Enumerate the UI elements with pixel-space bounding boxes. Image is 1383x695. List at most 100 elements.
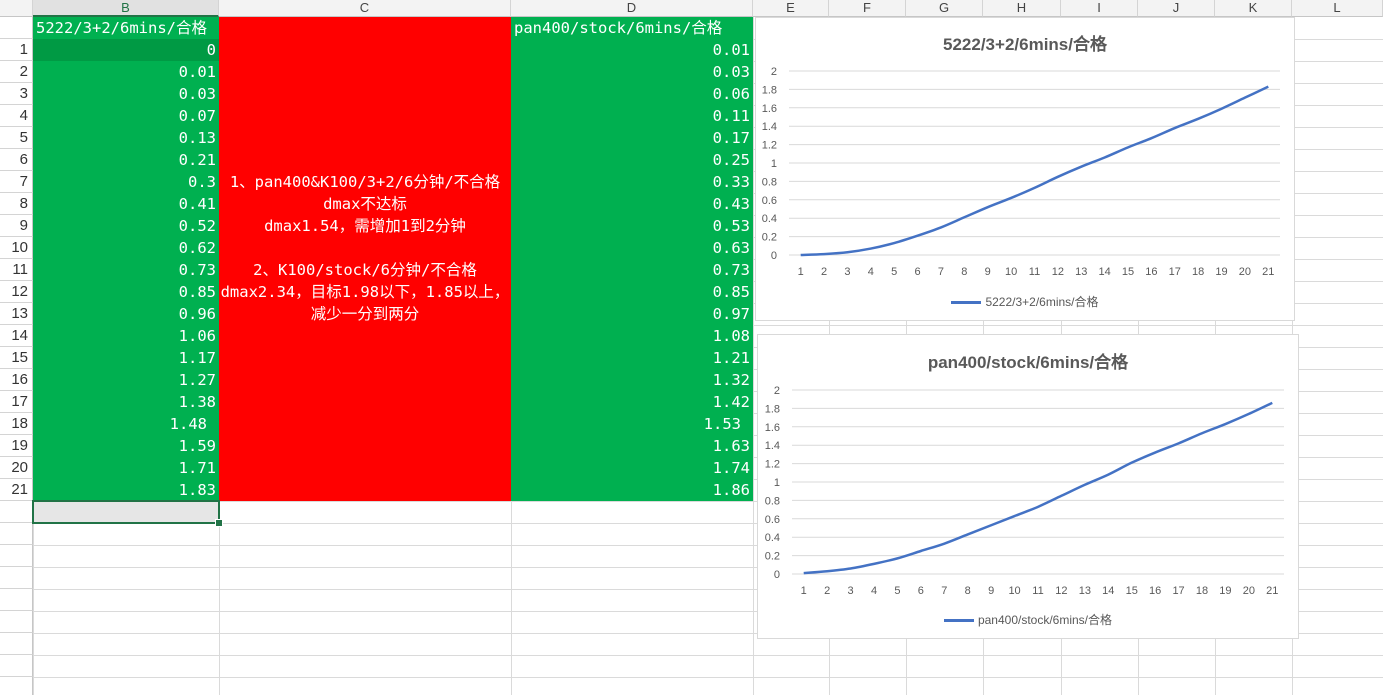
row-header[interactable]: 1 (0, 39, 33, 61)
chart-1-legend: 5222/3+2/6mins/合格 (756, 293, 1294, 310)
value-cell[interactable]: 0.73 (33, 259, 219, 281)
value-cell[interactable]: 0.01 (511, 39, 753, 61)
value-cell[interactable]: 0.52 (33, 215, 219, 237)
selected-cell-b22[interactable] (32, 500, 220, 524)
value-cell[interactable]: 0.41 (33, 193, 219, 215)
value-cell[interactable]: 1.83 (33, 479, 219, 501)
x-tick-label: 15 (1122, 266, 1134, 278)
value-cell[interactable]: 0.11 (511, 105, 753, 127)
header-cell-d[interactable]: pan400/stock/6mins/合格 (511, 17, 753, 39)
value-cell[interactable]: 0.73 (511, 259, 753, 281)
value-cell[interactable]: 0.03 (511, 61, 753, 83)
value-cell[interactable]: 0.63 (511, 237, 753, 259)
value-cell[interactable]: 0.17 (511, 127, 753, 149)
column-header-l[interactable]: L (1292, 0, 1383, 17)
row-header[interactable]: 7 (0, 171, 33, 193)
value-cell[interactable]: 0.03 (33, 83, 219, 105)
value-cell[interactable]: 1.17 (33, 347, 219, 369)
x-tick-label: 17 (1172, 585, 1184, 597)
row-header[interactable]: 3 (0, 83, 33, 105)
grid-column-line (753, 17, 754, 695)
x-tick-label: 8 (965, 585, 971, 597)
fill-handle[interactable] (215, 519, 223, 527)
value-cell[interactable]: 1.42 (511, 391, 753, 413)
grid-row-line (33, 655, 1383, 656)
row-header[interactable]: 6 (0, 149, 33, 171)
x-tick-label: 12 (1055, 585, 1067, 597)
column-header-c[interactable]: C (219, 0, 511, 17)
y-tick-label: 0.8 (762, 176, 777, 188)
value-cell[interactable]: 1.32 (511, 369, 753, 391)
row-header[interactable]: 19 (0, 435, 33, 457)
column-header-f[interactable]: F (829, 0, 906, 17)
column-header-b[interactable]: B (33, 0, 219, 17)
chart-1[interactable]: 5222/3+2/6mins/合格 0 0.2 0.4 0.6 0.8 1 1.2 1.4 1.… (755, 17, 1295, 321)
row-header[interactable]: 18 (0, 413, 33, 435)
value-cell[interactable]: 1.27 (33, 369, 219, 391)
value-cell[interactable]: 0.21 (33, 149, 219, 171)
value-cell[interactable]: 1.48 (33, 413, 219, 435)
row-header[interactable]: 5 (0, 127, 33, 149)
value-cell[interactable]: 0.25 (511, 149, 753, 171)
row-header[interactable]: 15 (0, 347, 33, 369)
value-cell[interactable]: 1.08 (511, 325, 753, 347)
value-cell[interactable]: 1.71 (33, 457, 219, 479)
value-cell[interactable]: 0.97 (511, 303, 753, 325)
y-tick-label: 2 (774, 385, 780, 397)
row-header[interactable]: 21 (0, 479, 33, 501)
row-header[interactable]: 16 (0, 369, 33, 391)
column-header-k[interactable]: K (1215, 0, 1292, 17)
x-tick-label: 21 (1266, 585, 1278, 597)
header-cell-b[interactable]: 5222/3+2/6mins/合格 (33, 17, 219, 39)
row-header[interactable]: 14 (0, 325, 33, 347)
value-cell[interactable]: 0.62 (33, 237, 219, 259)
row-header[interactable]: 8 (0, 193, 33, 215)
value-cell[interactable]: 1.74 (511, 457, 753, 479)
value-cell[interactable]: 0.43 (511, 193, 753, 215)
row-header[interactable]: 11 (0, 259, 33, 281)
value-cell[interactable]: 0.85 (33, 281, 219, 303)
y-tick-label: 0.6 (765, 514, 780, 526)
value-cell[interactable]: 0.01 (33, 61, 219, 83)
row-header[interactable]: 13 (0, 303, 33, 325)
column-header-d[interactable]: D (511, 0, 753, 17)
column-header-e[interactable]: E (753, 0, 829, 17)
value-cell[interactable]: 0.33 (511, 171, 753, 193)
x-tick-label: 5 (891, 266, 897, 278)
value-cell[interactable]: 0.06 (511, 83, 753, 105)
row-header[interactable]: 12 (0, 281, 33, 303)
row-header[interactable]: 9 (0, 215, 33, 237)
value-cell[interactable]: 0.85 (511, 281, 753, 303)
x-tick-label: 1 (798, 266, 804, 278)
y-tick-label: 1.4 (762, 121, 777, 133)
value-cell[interactable]: 1.06 (33, 325, 219, 347)
chart-2[interactable]: pan400/stock/6mins/合格 0 0.2 0.4 0.6 0.8 1 1.2 1… (757, 334, 1299, 639)
value-cell[interactable]: 1.21 (511, 347, 753, 369)
y-tick-label: 2 (771, 66, 777, 78)
value-cell[interactable]: 0.3 (33, 171, 219, 193)
x-tick-label: 2 (821, 266, 827, 278)
x-tick-label: 6 (918, 585, 924, 597)
value-cell[interactable]: 1.63 (511, 435, 753, 457)
row-header[interactable]: 17 (0, 391, 33, 413)
value-cell[interactable]: 0.53 (511, 215, 753, 237)
row-header[interactable]: 4 (0, 105, 33, 127)
row-header[interactable]: 10 (0, 237, 33, 259)
column-header-g[interactable]: G (906, 0, 983, 17)
value-cell[interactable]: 1.59 (33, 435, 219, 457)
x-tick-label: 3 (848, 585, 854, 597)
value-cell[interactable]: 0.96 (33, 303, 219, 325)
value-cell[interactable]: 1.53 (511, 413, 753, 435)
column-header-h[interactable]: H (983, 0, 1061, 17)
value-cell[interactable]: 0.13 (33, 127, 219, 149)
x-tick-label: 11 (1032, 585, 1043, 597)
row-header[interactable]: 2 (0, 61, 33, 83)
note-cell-c[interactable]: 1、pan400&K100/3+2/6分钟/不合格 dmax不达标 dmax1.54… (219, 171, 511, 325)
value-cell[interactable]: 1.38 (33, 391, 219, 413)
column-header-i[interactable]: I (1061, 0, 1138, 17)
column-header-j[interactable]: J (1138, 0, 1215, 17)
row-header[interactable]: 20 (0, 457, 33, 479)
value-cell[interactable]: 1.86 (511, 479, 753, 501)
value-cell[interactable]: 0 (33, 39, 219, 61)
value-cell[interactable]: 0.07 (33, 105, 219, 127)
